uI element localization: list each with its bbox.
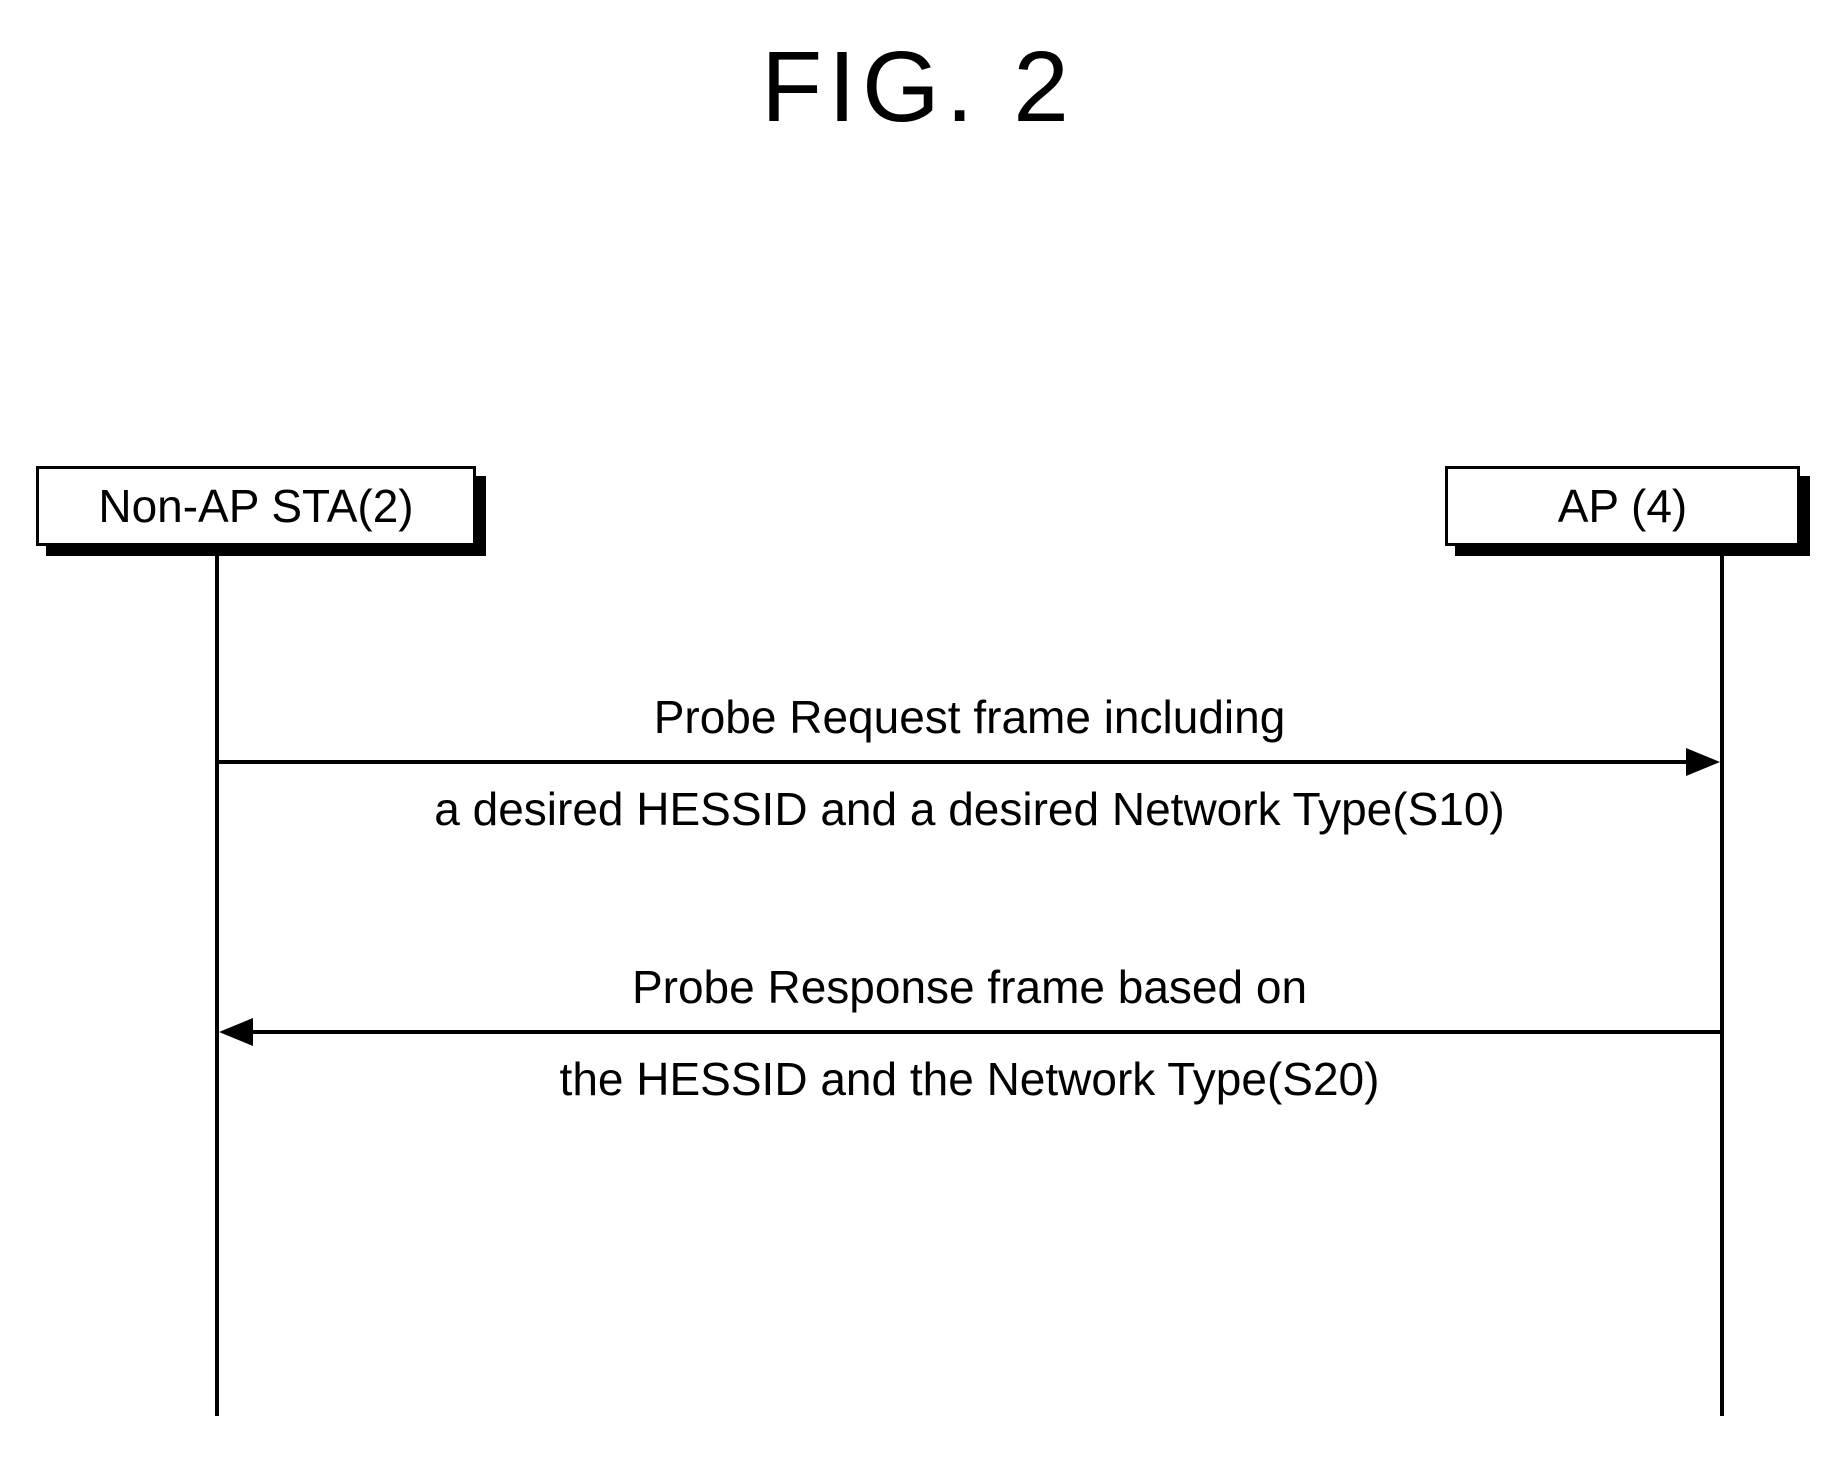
figure-title: FIG. 2 bbox=[0, 30, 1836, 145]
msg2-arrow-head bbox=[219, 1018, 253, 1046]
msg1-arrow-line bbox=[219, 760, 1690, 764]
diagram-canvas: FIG. 2 Non-AP STA(2) AP (4) Probe Reques… bbox=[0, 0, 1836, 1463]
actor-left-label: Non-AP STA(2) bbox=[98, 479, 413, 533]
actor-right-label: AP (4) bbox=[1558, 479, 1688, 533]
actor-ap: AP (4) bbox=[1445, 466, 1800, 546]
lifeline-ap bbox=[1720, 546, 1724, 1416]
msg2-label-line1: Probe Response frame based on bbox=[219, 960, 1720, 1014]
msg1-label-line2: a desired HESSID and a desired Network T… bbox=[219, 782, 1720, 836]
actor-non-ap-sta: Non-AP STA(2) bbox=[36, 466, 476, 546]
msg2-arrow-line bbox=[250, 1030, 1724, 1034]
msg1-label-line1: Probe Request frame including bbox=[219, 690, 1720, 744]
msg1-arrow-head bbox=[1686, 748, 1720, 776]
msg2-label-line2: the HESSID and the Network Type(S20) bbox=[219, 1052, 1720, 1106]
